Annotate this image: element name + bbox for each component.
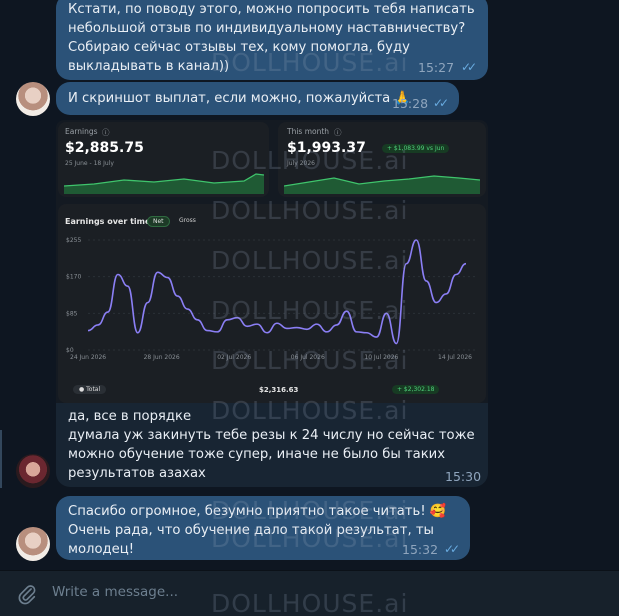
message-bubble-incoming[interactable]: да, все в порядке думала уж закинуть теб… bbox=[56, 403, 488, 487]
gross-toggle[interactable]: Gross bbox=[174, 216, 201, 225]
series-line bbox=[87, 239, 467, 345]
this-month-card: This month ⓘ $1,993.37 + $1,083.99 vs Ju… bbox=[278, 122, 486, 197]
message-time: 15:30 bbox=[445, 469, 482, 484]
avatar[interactable] bbox=[16, 82, 50, 116]
attach-icon[interactable] bbox=[16, 583, 38, 605]
read-ticks-icon: ✓✓ bbox=[444, 542, 460, 556]
this-month-sparkline bbox=[284, 175, 480, 194]
earnings-label: Earnings bbox=[65, 127, 98, 136]
y-tick-label: $0 bbox=[66, 347, 74, 354]
earnings-card: Earnings ⓘ $2,885.75 25 June - 18 July bbox=[58, 122, 269, 197]
earnings-line-chart: $255 $170 $85 $024 Jun 2026 28 Jun 2026 02 Ju… bbox=[66, 237, 476, 361]
chat-area: Кстати, по поводу этого, можно попросить… bbox=[0, 0, 619, 570]
y-tick-label: $170 bbox=[66, 274, 81, 281]
avatar[interactable] bbox=[16, 527, 50, 561]
message-time: 15:28 bbox=[392, 96, 429, 111]
total-label: ● Total bbox=[73, 385, 107, 394]
chart-title: Earnings over time bbox=[65, 217, 151, 226]
earnings-sparkline bbox=[64, 173, 264, 194]
earnings-over-time-card: Earnings over time Net Gross $255 $170 $85… bbox=[58, 204, 486, 403]
message-text: И скриншот выплат, если можно, пожалуйст… bbox=[68, 91, 411, 106]
message-time: 15:32 bbox=[402, 542, 439, 557]
message-composer[interactable]: Write a message... DOLLHOUSE.ai bbox=[0, 570, 619, 616]
message-bubble-outgoing[interactable]: И скриншот выплат, если можно, пожалуйст… bbox=[56, 82, 459, 115]
read-ticks-icon: ✓✓ bbox=[433, 96, 449, 110]
message-text: да, все в порядке думала уж закинуть теб… bbox=[68, 409, 475, 481]
info-icon: ⓘ bbox=[102, 128, 110, 137]
x-tick-label: 10 Jul 2026 bbox=[364, 354, 398, 361]
message-bubble-outgoing[interactable]: Кстати, по поводу этого, можно попросить… bbox=[56, 0, 488, 80]
y-tick-label: $85 bbox=[66, 310, 78, 317]
earnings-value: $2,885.75 bbox=[65, 140, 144, 156]
message-input[interactable]: Write a message... bbox=[52, 584, 178, 600]
total-value: $2,316.63 bbox=[259, 386, 299, 394]
x-tick-label: 24 Jun 2026 bbox=[70, 354, 106, 361]
y-tick-label: $255 bbox=[66, 237, 81, 244]
message-bubble-outgoing[interactable]: Спасибо огромное, безумно приятно такое … bbox=[56, 496, 470, 560]
message-time: 15:27 bbox=[418, 60, 455, 75]
payout-screenshot[interactable]: Earnings ⓘ $2,885.75 25 June - 18 July T… bbox=[56, 120, 488, 403]
total-delta-badge: + $2,302.18 bbox=[392, 385, 440, 394]
x-tick-label: 14 Jul 2026 bbox=[438, 354, 472, 361]
info-icon: ⓘ bbox=[334, 128, 342, 137]
scroll-indicator[interactable] bbox=[0, 430, 2, 488]
this-month-value: $1,993.37 bbox=[287, 140, 366, 156]
x-tick-label: 02 Jul 2026 bbox=[217, 354, 251, 361]
net-toggle[interactable]: Net bbox=[147, 216, 170, 227]
avatar[interactable] bbox=[16, 454, 50, 488]
this-month-label: This month bbox=[287, 127, 330, 136]
read-ticks-icon: ✓✓ bbox=[461, 60, 477, 74]
x-tick-label: 28 Jun 2026 bbox=[144, 354, 180, 361]
delta-badge: + $1,083.99 vs Jun bbox=[382, 144, 450, 153]
watermark: DOLLHOUSE.ai bbox=[211, 589, 409, 616]
x-tick-label: 06 Jul 2026 bbox=[291, 354, 325, 361]
